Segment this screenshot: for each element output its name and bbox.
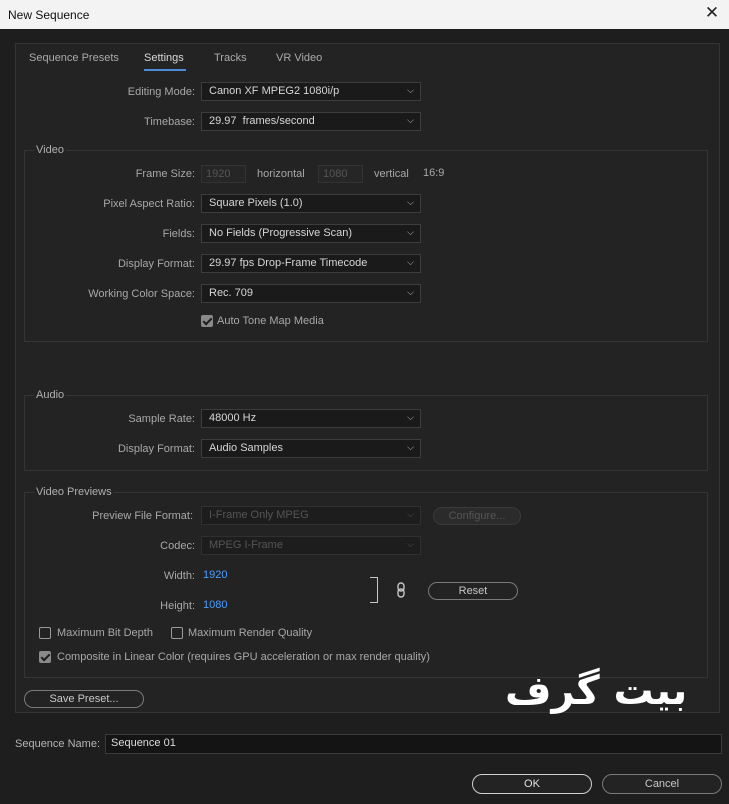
vertical-label: vertical [374,168,409,180]
tab-vr-video[interactable]: VR Video [276,52,322,64]
horizontal-label: horizontal [257,168,305,180]
chevron-down-icon: ⌵ [407,85,414,95]
max-bit-depth-checkbox[interactable] [39,627,51,639]
pixel-aspect-ratio-select[interactable]: Square Pixels (1.0) ⌵ [201,194,421,213]
configure-button[interactable]: Configure... [433,507,521,525]
watermark-logo: بیت گرف [505,668,688,714]
close-icon[interactable]: ✕ [701,3,723,23]
cancel-button[interactable]: Cancel [602,774,722,794]
composite-linear-color-label: Composite in Linear Color (requires GPU … [57,651,430,663]
pixel-aspect-ratio-label: Pixel Aspect Ratio: [103,198,195,210]
chevron-down-icon: ⌵ [407,197,414,207]
max-render-quality-label: Maximum Render Quality [188,627,313,639]
preview-file-format-value: I-Frame Only MPEG [209,509,309,521]
ok-button[interactable]: OK [472,774,592,794]
chevron-down-icon: ⌵ [407,442,414,452]
width-label: Width: [163,570,195,582]
auto-tone-map-label: Auto Tone Map Media [217,315,324,327]
sample-rate-value: 48000 Hz [209,412,257,424]
frame-width-input[interactable]: 1920 [201,165,246,183]
fields-label: Fields: [162,228,195,240]
display-format-value: 29.97 fps Drop-Frame Timecode [209,257,368,269]
video-group-title: Video [34,144,66,156]
chevron-down-icon: ⌵ [407,257,414,267]
editing-mode-value: Canon XF MPEG2 1080i/p [209,85,340,97]
chevron-down-icon: ⌵ [407,412,414,422]
save-preset-button[interactable]: Save Preset... [24,690,144,708]
chevron-down-icon: ⌵ [407,509,414,519]
height-value[interactable]: 1080 [203,599,227,611]
height-label: Height: [160,600,195,612]
timebase-label: Timebase: [144,116,195,128]
audio-group [24,395,708,471]
sample-rate-label: Sample Rate: [128,413,195,425]
sequence-name-input[interactable]: Sequence 01 [105,734,722,754]
link-bracket [370,577,378,603]
codec-label: Codec: [160,540,195,552]
video-previews-group-title: Video Previews [34,486,114,498]
window-title: New Sequence [8,8,90,22]
chevron-down-icon: ⌵ [407,227,414,237]
display-format-label: Display Format: [117,258,195,270]
editing-mode-select[interactable]: Canon XF MPEG2 1080i/p ⌵ [201,82,421,101]
timebase-value: 29.97 frames/second [209,115,315,127]
auto-tone-map-checkbox[interactable] [201,315,213,327]
display-format-select[interactable]: 29.97 fps Drop-Frame Timecode ⌵ [201,254,421,273]
audio-display-format-select[interactable]: Audio Samples ⌵ [201,439,421,458]
frame-size-label: Frame Size: [135,168,195,180]
chevron-down-icon: ⌵ [407,115,414,125]
composite-linear-color-checkbox[interactable] [39,651,51,663]
preview-file-format-select[interactable]: I-Frame Only MPEG ⌵ [201,506,421,525]
fields-select[interactable]: No Fields (Progressive Scan) ⌵ [201,224,421,243]
max-bit-depth-label: Maximum Bit Depth [57,627,153,639]
max-render-quality-checkbox[interactable] [171,627,183,639]
chain-link-icon[interactable] [396,582,406,598]
codec-select[interactable]: MPEG I-Frame ⌵ [201,536,421,555]
working-color-space-value: Rec. 709 [209,287,254,299]
chevron-down-icon: ⌵ [407,539,414,549]
tab-tracks[interactable]: Tracks [214,52,247,64]
editing-mode-label: Editing Mode: [127,86,195,98]
timebase-select[interactable]: 29.97 frames/second ⌵ [201,112,421,131]
tab-sequence-presets[interactable]: Sequence Presets [29,52,119,64]
working-color-space-label: Working Color Space: [88,288,195,300]
preview-file-format-label: Preview File Format: [92,510,193,522]
width-value[interactable]: 1920 [203,569,227,581]
pixel-aspect-ratio-value: Square Pixels (1.0) [209,197,303,209]
sample-rate-select[interactable]: 48000 Hz ⌵ [201,409,421,428]
chevron-down-icon: ⌵ [407,287,414,297]
tab-settings[interactable]: Settings [144,52,184,64]
working-color-space-select[interactable]: Rec. 709 ⌵ [201,284,421,303]
audio-display-format-value: Audio Samples [209,442,283,454]
fields-value: No Fields (Progressive Scan) [209,227,353,239]
audio-display-format-label: Display Format: [117,443,195,455]
frame-height-input[interactable]: 1080 [318,165,363,183]
sequence-name-label: Sequence Name: [15,738,100,750]
active-tab-indicator [144,69,186,71]
title-bar: New Sequence ✕ [0,0,729,29]
aspect-ratio-text: 16:9 [423,167,445,179]
codec-value: MPEG I-Frame [209,539,283,551]
reset-button[interactable]: Reset [428,582,518,600]
audio-group-title: Audio [34,389,67,401]
